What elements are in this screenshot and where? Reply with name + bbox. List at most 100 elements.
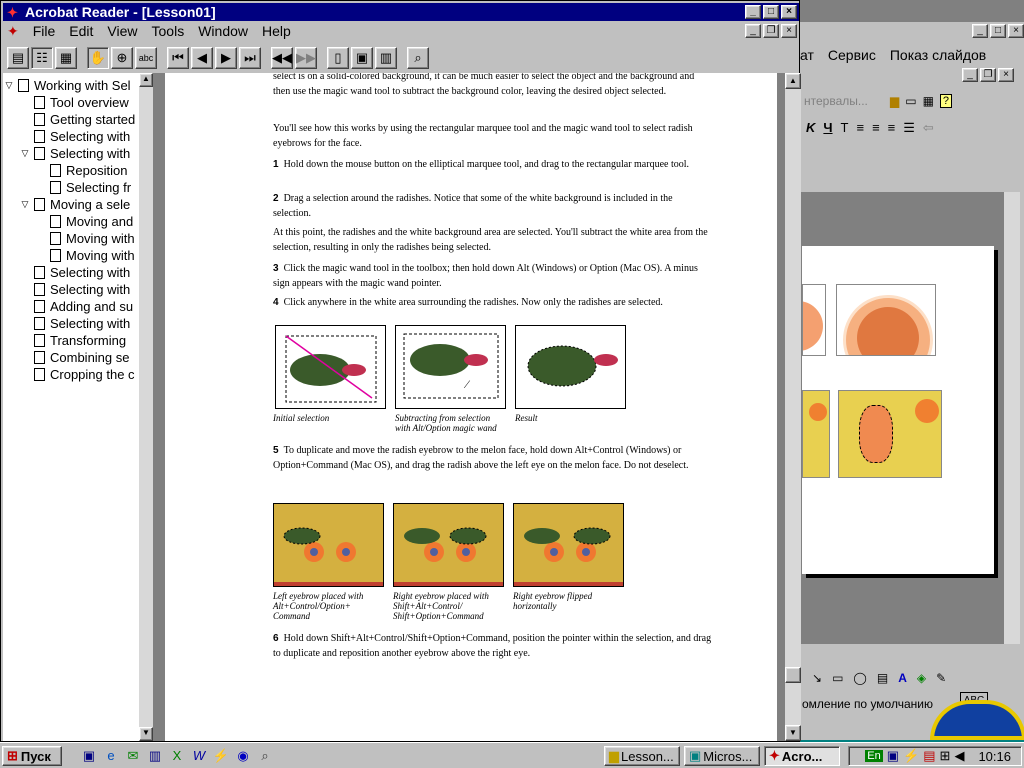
close-button[interactable]: ×	[1008, 24, 1024, 38]
text-select-icon[interactable]: abc	[135, 47, 157, 69]
quicklaunch-excel-icon[interactable]: X	[168, 747, 186, 765]
go-forward-icon[interactable]: ▶▶	[295, 47, 317, 69]
bookmark-item[interactable]: ▽ Selecting with	[19, 145, 131, 162]
bookmark-item[interactable]: Selecting with	[19, 281, 130, 298]
document-icon[interactable]: ✦	[7, 23, 19, 40]
wordart-icon[interactable]: A	[898, 671, 907, 685]
tray-network-icon[interactable]: ⊞	[940, 748, 951, 764]
restore-button[interactable]: ❐	[763, 24, 779, 38]
quicklaunch-word-icon[interactable]: W	[190, 747, 208, 765]
task-lesson[interactable]: ▆ Lesson...	[604, 746, 680, 766]
line-color-icon[interactable]: ✎	[936, 671, 946, 685]
find-icon[interactable]: ⌕	[407, 47, 429, 69]
maximize-button[interactable]: □	[763, 5, 779, 19]
textbox-icon[interactable]: ▤	[877, 671, 888, 685]
menu-help[interactable]: Help	[262, 23, 291, 39]
bookmark-item[interactable]: Moving with	[35, 247, 135, 264]
italic-icon[interactable]: K	[806, 120, 815, 136]
bookmark-item[interactable]: Moving with	[35, 230, 135, 247]
bookmark-item[interactable]: Moving and	[35, 213, 133, 230]
bookmark-item[interactable]: Getting started	[19, 111, 135, 128]
bookmarks-pane[interactable]: ▽ Working with Sel Tool overview Getting st…	[3, 73, 139, 741]
help-icon[interactable]: ?	[939, 94, 953, 108]
tray-app-icon[interactable]: ▣	[887, 748, 899, 764]
document-view[interactable]: select is on a solid-colored background,…	[165, 73, 785, 741]
start-button[interactable]: ⊞ Пуск	[2, 746, 62, 766]
next-page-icon[interactable]: ▶	[215, 47, 237, 69]
acrobat-window[interactable]: ✦ Acrobat Reader - [Lesson01] _ □ × ✦ Fi…	[0, 0, 801, 742]
bookmark-item[interactable]: ▽ Moving a sele	[19, 196, 131, 213]
fill-color-icon[interactable]: ◈	[917, 671, 926, 685]
oval-icon[interactable]: ◯	[853, 671, 866, 685]
tray-keyboard-icon[interactable]: ▤	[923, 748, 935, 764]
box-icon[interactable]: ▭	[905, 94, 916, 108]
bookmark-item[interactable]: Reposition	[35, 162, 127, 179]
bullets-icon[interactable]: ☰	[903, 120, 915, 136]
bookmark-item[interactable]: Selecting with	[19, 315, 130, 332]
powerpoint-window[interactable]: _ □ × ат Сервис Показ слайдов _ ❐ × нтер…	[800, 0, 1024, 740]
bookmark-item[interactable]: Transforming	[19, 332, 126, 349]
bookmarks-scrollbar[interactable]: ▲ ▼	[139, 73, 153, 741]
minimize-button[interactable]: _	[745, 24, 761, 38]
document-scrollbar[interactable]: ▲ ▼	[785, 73, 801, 741]
quicklaunch-search-icon[interactable]: ◉	[234, 747, 252, 765]
menu-window[interactable]: Window	[198, 23, 248, 39]
quicklaunch-ie-icon[interactable]: e	[102, 747, 120, 765]
bookmark-item[interactable]: Selecting fr	[35, 179, 131, 196]
bookmarks-pane-icon[interactable]: ☷	[31, 47, 53, 69]
shadow-icon[interactable]: T	[841, 120, 849, 136]
collapse-triangle-icon[interactable]: ▽	[19, 148, 31, 159]
arrow-icon[interactable]: ↘	[812, 671, 822, 685]
bookmark-item[interactable]: ▽ Working with Sel	[3, 77, 131, 94]
close-button[interactable]: ×	[998, 68, 1014, 82]
menu-view[interactable]: View	[107, 23, 137, 39]
align-center-icon[interactable]: ≡	[872, 120, 880, 136]
quicklaunch-outlook-icon[interactable]: ✉	[124, 747, 142, 765]
tray-power-icon[interactable]: ⚡	[903, 748, 919, 764]
slide-canvas[interactable]	[802, 246, 994, 574]
prev-page-icon[interactable]: ◀	[191, 47, 213, 69]
close-button[interactable]: ×	[781, 24, 797, 38]
thumbnails-icon[interactable]: ▦	[55, 47, 77, 69]
ppt-vertical-scrollbar[interactable]	[1004, 192, 1020, 644]
timing-button[interactable]: нтервалы...	[804, 94, 868, 108]
bookmark-item[interactable]: Selecting with	[19, 128, 130, 145]
maximize-button[interactable]: □	[990, 24, 1006, 38]
menu-edit[interactable]: Edit	[69, 23, 93, 39]
collapse-triangle-icon[interactable]: ▽	[3, 80, 15, 91]
quicklaunch-book-icon[interactable]: ▥	[146, 747, 164, 765]
minimize-button[interactable]: _	[962, 68, 978, 82]
fit-width-icon[interactable]: ▥	[375, 47, 397, 69]
pane-splitter[interactable]	[153, 73, 165, 741]
menu-format[interactable]: ат	[800, 47, 814, 63]
align-right-icon[interactable]: ≡	[888, 120, 896, 136]
restore-button[interactable]: ❐	[980, 68, 996, 82]
scroll-down-icon[interactable]: ▼	[785, 725, 801, 741]
page-only-icon[interactable]: ▤	[7, 47, 29, 69]
promote-icon[interactable]: ⇦	[923, 120, 934, 136]
clock[interactable]: 10:16	[978, 749, 1011, 764]
align-left-icon[interactable]: ≡	[856, 120, 864, 136]
folder-icon[interactable]: ▆	[890, 94, 899, 108]
quicklaunch-tool-icon[interactable]: ⚡	[212, 747, 230, 765]
go-back-icon[interactable]: ◀◀	[271, 47, 293, 69]
bookmark-item[interactable]: Combining se	[19, 349, 130, 366]
underline-icon[interactable]: Ч	[823, 120, 832, 136]
last-page-icon[interactable]: ⏭	[239, 47, 261, 69]
bookmark-item[interactable]: Adding and su	[19, 298, 133, 315]
actual-size-icon[interactable]: ▯	[327, 47, 349, 69]
menu-tools[interactable]: Tools	[152, 23, 185, 39]
minimize-button[interactable]: _	[972, 24, 988, 38]
scroll-up-icon[interactable]: ▲	[785, 73, 801, 89]
scroll-thumb[interactable]	[785, 667, 801, 683]
close-button[interactable]: ×	[781, 5, 797, 19]
layout-icon[interactable]: ▦	[923, 94, 934, 108]
fit-page-icon[interactable]: ▣	[351, 47, 373, 69]
scroll-down-icon[interactable]: ▼	[139, 727, 153, 741]
quicklaunch-desktop-icon[interactable]: ▣	[80, 747, 98, 765]
language-indicator[interactable]: En	[865, 750, 883, 762]
bookmark-item[interactable]: Selecting with	[19, 264, 130, 281]
task-microsoft[interactable]: ▣ Micros...	[684, 746, 760, 766]
title-bar[interactable]: ✦ Acrobat Reader - [Lesson01] _ □ ×	[3, 3, 799, 21]
tray-volume-icon[interactable]: ◀	[954, 748, 964, 764]
